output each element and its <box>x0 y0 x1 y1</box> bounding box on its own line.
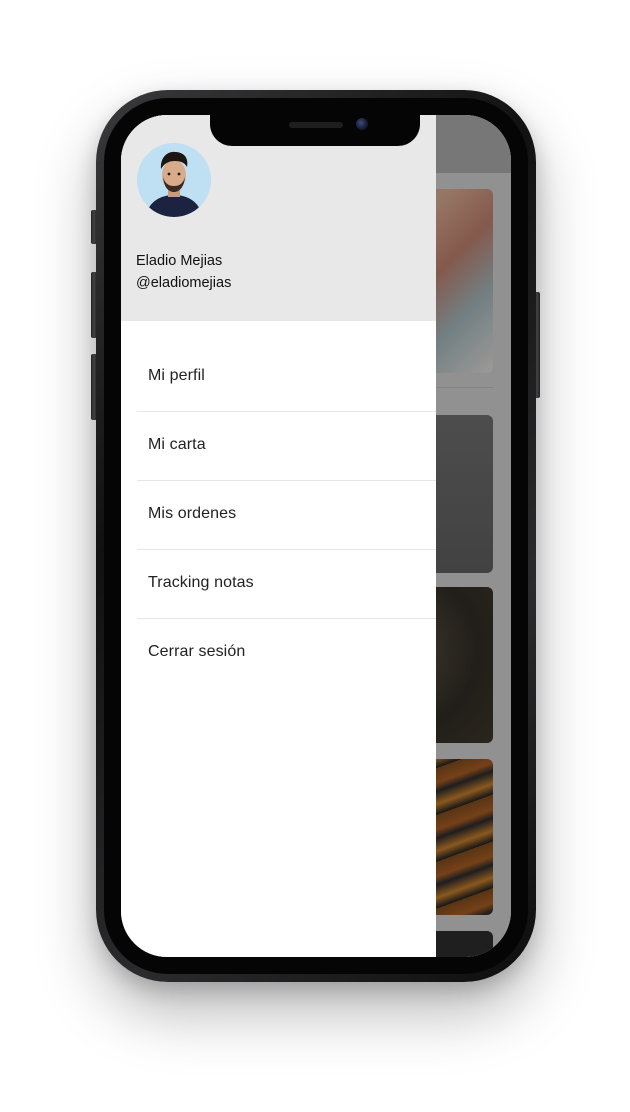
mockup-stage: Eladio Mejias @eladiomejias Mi perfil Mi… <box>0 0 630 1112</box>
user-handle: @eladiomejias <box>136 275 232 291</box>
menu-item-label: Cerrar sesión <box>148 643 246 660</box>
menu-item-label: Tracking notas <box>148 574 254 591</box>
menu-item-mi-perfil[interactable]: Mi perfil <box>137 343 436 412</box>
menu-item-cerrar-sesion[interactable]: Cerrar sesión <box>137 619 436 687</box>
menu-item-label: Mi perfil <box>148 367 205 384</box>
menu-item-label: Mi carta <box>148 436 206 453</box>
menu-item-mi-carta[interactable]: Mi carta <box>137 412 436 481</box>
earpiece-speaker <box>289 122 343 128</box>
avatar[interactable] <box>137 143 211 217</box>
phone-screen: Eladio Mejias @eladiomejias Mi perfil Mi… <box>121 115 511 957</box>
menu-item-mis-ordenes[interactable]: Mis ordenes <box>137 481 436 550</box>
menu-item-label: Mis ordenes <box>148 505 237 522</box>
menu-item-tracking-notas[interactable]: Tracking notas <box>137 550 436 619</box>
user-name: Eladio Mejias <box>136 253 223 269</box>
front-camera-icon <box>356 118 368 130</box>
drawer-menu: Mi perfil Mi carta Mis ordenes Tracking … <box>121 343 436 687</box>
navigation-drawer: Eladio Mejias @eladiomejias Mi perfil Mi… <box>121 115 436 957</box>
avatar-image <box>137 143 211 217</box>
